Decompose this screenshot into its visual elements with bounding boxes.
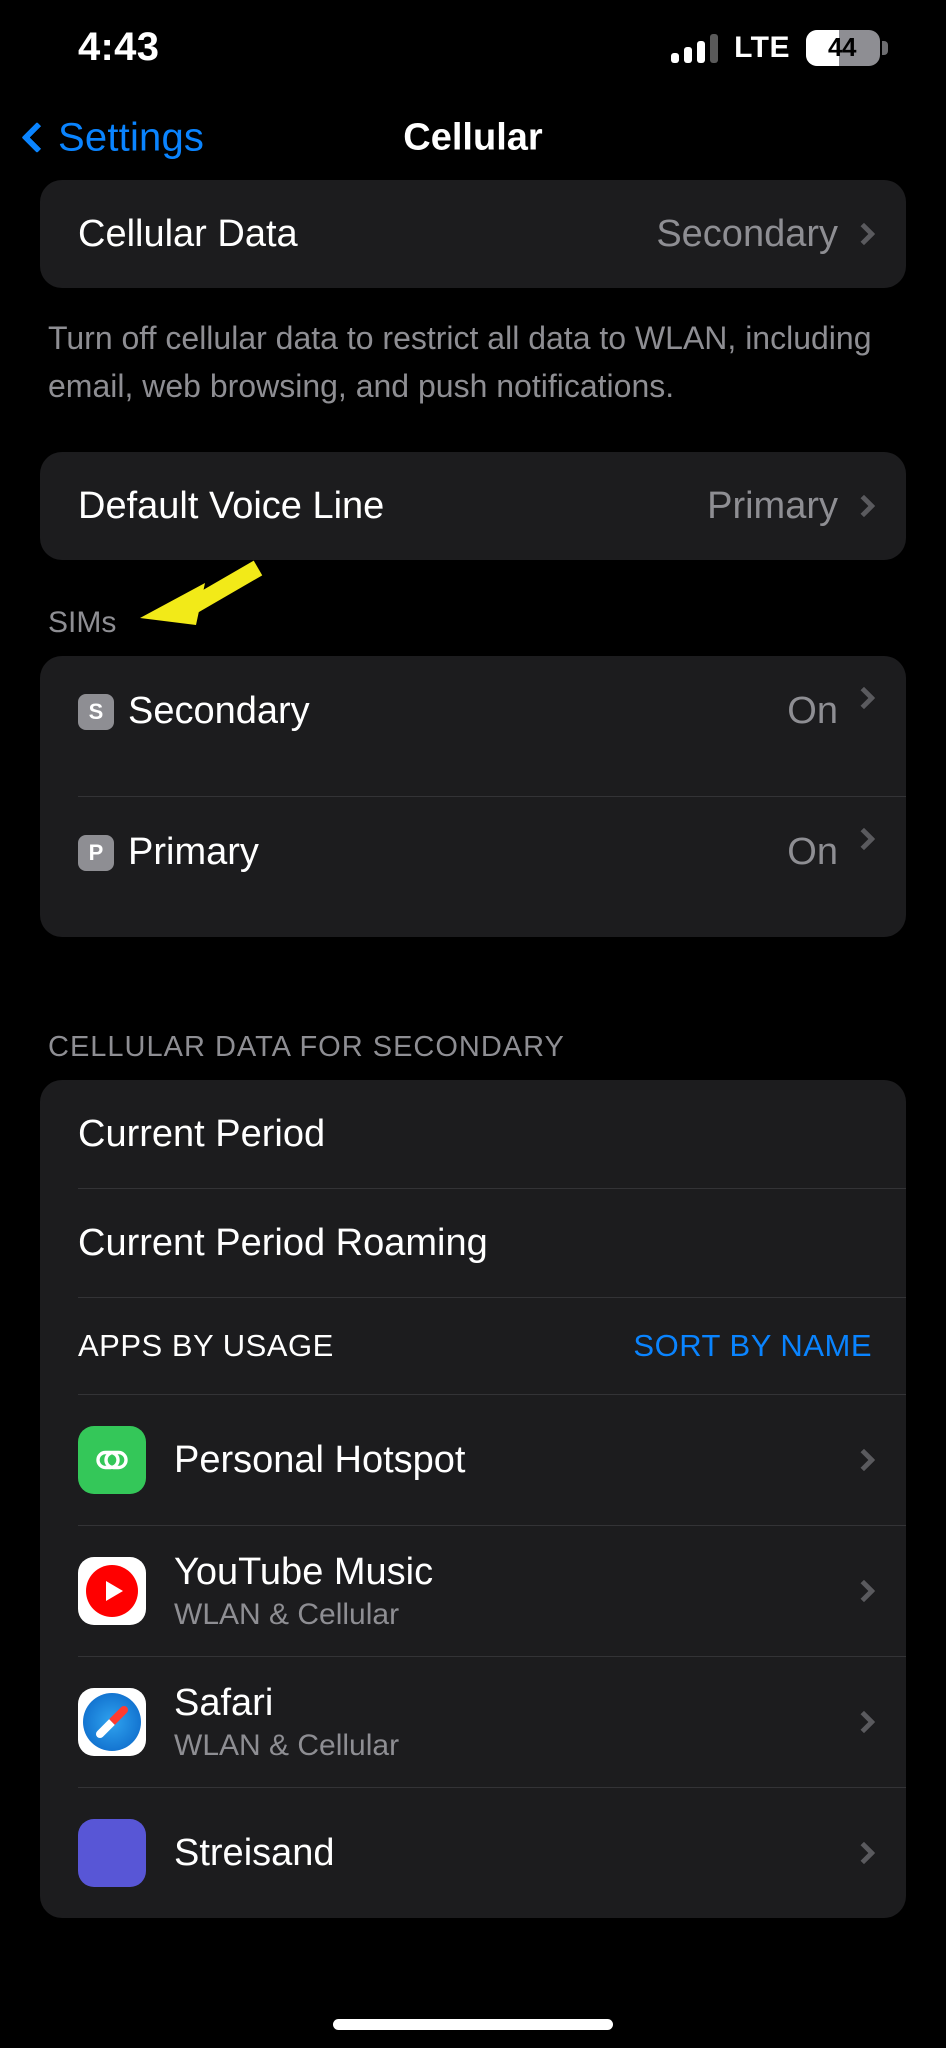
row-sim-secondary-value: On — [787, 690, 838, 732]
row-sim-primary-title: P Primary — [78, 831, 787, 874]
network-type-label: LTE — [734, 30, 790, 64]
app-name-safari: Safari — [174, 1681, 274, 1724]
row-sim-primary-label: Primary — [128, 831, 259, 873]
apps-by-usage-label: APPS BY USAGE — [78, 1328, 334, 1363]
app-row-streisand[interactable]: Streisand — [40, 1788, 906, 1918]
app-sub-safari: WLAN & Cellular — [174, 1728, 400, 1762]
status-bar-indicators: LTE 44 — [671, 29, 888, 66]
streisand-icon — [78, 1819, 146, 1887]
app-name-personal-hotspot: Personal Hotspot — [174, 1438, 466, 1481]
row-sim-secondary-title: S Secondary — [78, 690, 787, 733]
row-default-voice-line-value: Primary — [707, 484, 838, 527]
apps-by-usage-header: APPS BY USAGE SORT BY NAME — [40, 1298, 906, 1394]
battery-icon: 44 — [806, 29, 888, 66]
home-indicator — [333, 2019, 613, 2030]
battery-level-label: 44 — [828, 32, 856, 62]
youtube-music-icon — [78, 1557, 146, 1625]
navigation-bar: Settings Cellular — [0, 95, 946, 180]
status-bar-clock: 4:43 — [78, 25, 160, 69]
sort-by-name-button[interactable]: SORT BY NAME — [633, 1328, 872, 1364]
battery-cap-icon — [882, 40, 888, 55]
cellular-signal-icon — [671, 33, 719, 63]
row-cellular-data-value: Secondary — [656, 212, 838, 255]
chevron-right-icon — [852, 686, 876, 710]
row-sim-primary[interactable]: P Primary On — [40, 797, 906, 937]
app-text-safari: Safari WLAN & Cellular — [174, 1682, 856, 1763]
row-default-voice-line[interactable]: Default Voice Line Primary — [40, 452, 906, 560]
row-cellular-data-label: Cellular Data — [78, 212, 298, 255]
safari-icon — [78, 1688, 146, 1756]
app-name-streisand: Streisand — [174, 1831, 335, 1874]
app-text-personal-hotspot: Personal Hotspot — [174, 1439, 856, 1482]
sim-badge-secondary-icon: S — [78, 693, 114, 730]
hotspot-icon — [78, 1426, 146, 1494]
sim-badge-primary-icon: P — [78, 834, 114, 871]
chevron-right-icon — [852, 827, 876, 851]
app-text-streisand: Streisand — [174, 1832, 856, 1875]
app-row-youtube-music[interactable]: YouTube Music WLAN & Cellular — [40, 1526, 906, 1656]
sims-group: S Secondary On P Primary On — [40, 656, 906, 937]
chevron-right-icon — [852, 1710, 876, 1734]
cellular-data-group: Cellular Data Secondary — [40, 180, 906, 288]
chevron-right-icon — [852, 222, 876, 246]
row-current-period[interactable]: Current Period — [40, 1080, 906, 1188]
app-name-youtube-music: YouTube Music — [174, 1550, 434, 1593]
row-default-voice-line-label: Default Voice Line — [78, 484, 385, 527]
app-row-personal-hotspot[interactable]: Personal Hotspot — [40, 1395, 906, 1525]
page-title: Cellular — [403, 116, 543, 158]
usage-group: Current Period Current Period Roaming AP… — [40, 1080, 906, 1918]
row-current-period-label: Current Period — [78, 1112, 326, 1155]
default-voice-line-group: Default Voice Line Primary — [40, 452, 906, 560]
row-sim-secondary[interactable]: S Secondary On — [40, 656, 906, 796]
app-row-safari[interactable]: Safari WLAN & Cellular — [40, 1657, 906, 1787]
row-sim-primary-value: On — [787, 831, 838, 873]
row-current-period-roaming[interactable]: Current Period Roaming — [40, 1189, 906, 1297]
sims-section-header: SIMs — [48, 606, 117, 639]
chevron-right-icon — [852, 1579, 876, 1603]
settings-content: Cellular Data Secondary Turn off cellula… — [0, 180, 946, 2048]
app-sub-youtube-music: WLAN & Cellular — [174, 1597, 400, 1631]
app-text-youtube-music: YouTube Music WLAN & Cellular — [174, 1551, 856, 1632]
row-sim-secondary-label: Secondary — [128, 690, 310, 732]
cellular-data-for-secondary-header: CELLULAR DATA FOR SECONDARY — [48, 1031, 565, 1063]
status-bar: 4:43 LTE 44 — [0, 0, 946, 95]
chevron-right-icon — [852, 1841, 876, 1865]
cellular-data-footer: Turn off cellular data to restrict all d… — [48, 320, 872, 404]
chevron-right-icon — [852, 494, 876, 518]
iphone-screen: 4:43 LTE 44 Settings Cellular Cellular D… — [0, 0, 946, 2048]
row-current-period-roaming-label: Current Period Roaming — [78, 1221, 488, 1264]
row-cellular-data[interactable]: Cellular Data Secondary — [40, 180, 906, 288]
chevron-right-icon — [852, 1448, 876, 1472]
